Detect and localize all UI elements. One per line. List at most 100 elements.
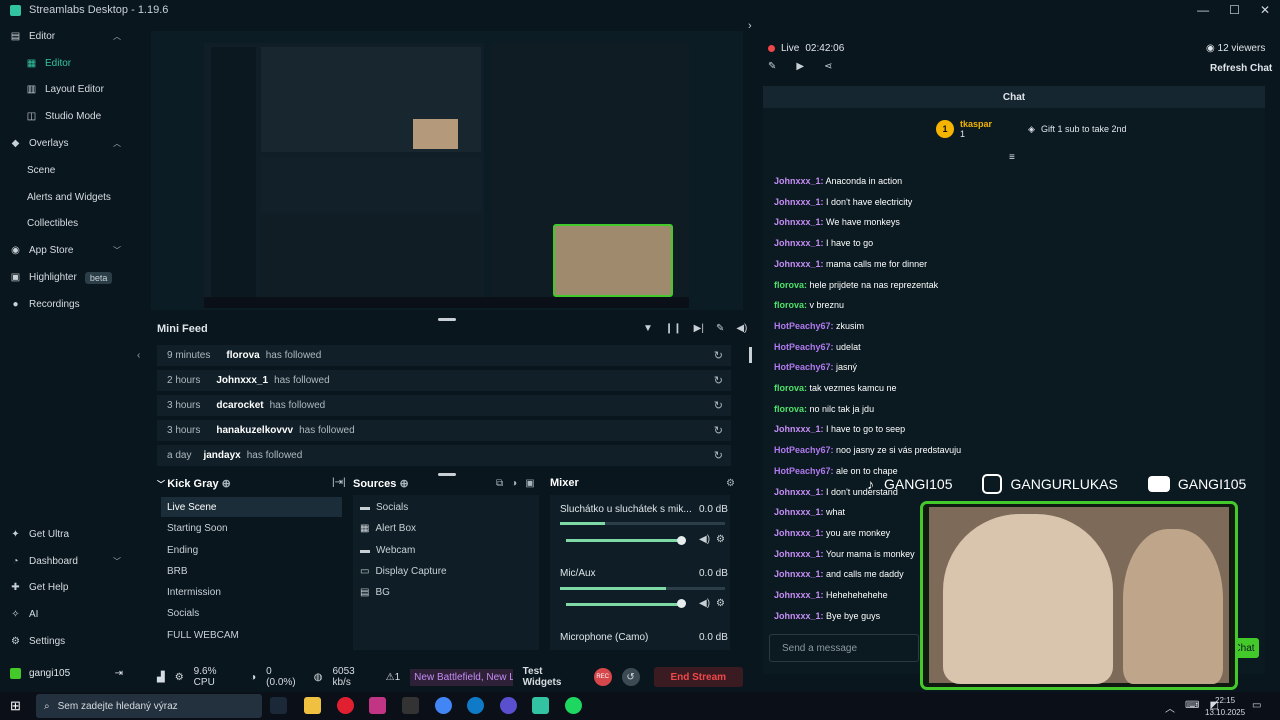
scene-item[interactable]: Socials [161,603,342,623]
scene-item[interactable]: Intermission [161,582,342,602]
chat-username[interactable]: florova: [774,280,807,290]
erc-app-icon[interactable] [402,697,419,714]
chat-username[interactable]: Johnxxx_1: [774,176,824,186]
replay-icon[interactable]: ↻ [714,399,723,412]
chat-username[interactable]: Johnxxx_1: [774,238,824,248]
mute-alerts-icon[interactable]: ✎ [716,323,724,334]
edit-source-icon[interactable]: ⧉ [496,478,503,489]
opera-icon[interactable] [337,697,354,714]
chat-message-input[interactable]: Send a message [769,634,919,662]
chat-username[interactable]: florova: [774,404,807,414]
sidebar-item-alerts-widgets[interactable]: Alerts and Widgets [0,184,133,211]
edit-icon[interactable]: ✎ [768,61,776,72]
source-item[interactable]: ▦ Alert Box [360,518,416,538]
chrome-icon[interactable] [435,697,452,714]
replay-icon[interactable]: ↻ [714,374,723,387]
chat-username[interactable]: HotPeachy67: [774,466,834,476]
scene-item[interactable]: Starting Soon [161,518,342,538]
replay-buffer-icon[interactable]: ↺ [621,668,640,686]
chat-username[interactable]: HotPeachy67: [774,362,834,372]
sidebar-item-settings[interactable]: ⚙ Settings [0,628,133,655]
chat-username[interactable]: Johnxxx_1: [774,528,824,538]
mixer-settings-icon[interactable]: ⚙ [726,478,735,489]
sidebar-item-overlays[interactable]: ◆ Overlays ︿ [0,130,133,157]
volume-slider[interactable] [566,603,681,606]
replay-icon[interactable]: ↻ [714,349,723,362]
chat-username[interactable]: Johnxxx_1: [774,611,824,621]
file-explorer-icon[interactable] [304,697,321,714]
instagram-app-icon[interactable] [369,697,386,714]
record-button[interactable]: REC [593,668,612,686]
close-icon[interactable]: ✕ [1260,3,1270,17]
resize-handle[interactable] [438,318,456,321]
streamlabs-taskbar-icon[interactable] [532,697,549,714]
share-icon[interactable]: ⋖ [824,61,832,72]
tray-arrow-icon[interactable]: ︿ [1165,700,1175,715]
refresh-chat-button[interactable]: Refresh Chat [1210,63,1272,74]
test-widgets-button[interactable]: Test Widgets [523,666,584,688]
source-item[interactable]: ▬ Webcam [360,540,415,560]
sidebar-item-recordings[interactable]: ● Recordings [0,291,133,318]
panel-splitter[interactable] [749,347,752,363]
stream-preview[interactable] [151,31,743,310]
maximize-icon[interactable]: ☐ [1229,3,1240,17]
gear-icon[interactable]: ⚙ [716,598,725,609]
folder-icon[interactable]: ▣ [525,478,534,489]
windows-start-icon[interactable]: ⊞ [10,698,21,714]
sidebar-item-dashboard[interactable]: ◔ Dashboard ﹀ [0,548,133,575]
chat-username[interactable]: Johnxxx_1: [774,590,824,600]
volume-icon[interactable]: ◀) [736,323,747,334]
keyboard-icon[interactable]: ⌨ [1185,700,1199,715]
chat-username[interactable]: HotPeachy67: [774,342,834,352]
sidebar-item-scene[interactable]: Scene [0,157,133,184]
sidebar-item-highlighter[interactable]: ▣ Highlighter beta [0,264,133,291]
stats-icon[interactable]: ▟ [157,672,165,683]
mute-icon[interactable]: ◀) [699,534,710,545]
replay-icon[interactable]: ↻ [714,449,723,462]
chat-username[interactable]: Johnxxx_1: [774,217,824,227]
add-scene-icon[interactable]: ⊕ [222,478,231,490]
scene-item[interactable]: BRB [161,561,342,581]
mute-icon[interactable]: ◀) [699,598,710,609]
minimize-icon[interactable]: — [1197,3,1209,17]
resize-handle[interactable] [438,473,456,476]
replay-icon[interactable]: ↻ [714,424,723,437]
taskbar-clock[interactable]: 22:15 13.10.2025 [1205,695,1245,719]
end-stream-button[interactable]: End Stream [653,667,744,687]
chat-username[interactable]: Johnxxx_1: [774,259,824,269]
collapse-left-icon[interactable]: ‹ [137,350,140,361]
source-item[interactable]: ▤ BG [360,582,390,602]
scene-item[interactable]: Live Scene [161,497,342,517]
taskbar-search[interactable]: ⌕ Sem zadejte hledaný výraz [36,694,262,718]
skip-icon[interactable]: ▶| [694,323,704,334]
sidebar-item-studio-mode[interactable]: ◫ Studio Mode [0,103,133,130]
sidebar-item-app-store[interactable]: ◉ App Store ﹀ [0,237,133,264]
edge-icon[interactable] [467,697,484,714]
sidebar-item-layout-editor[interactable]: ▥ Layout Editor [0,77,133,104]
sidebar-item-ai[interactable]: ✧ AI [0,601,133,628]
spotify-icon[interactable] [565,697,582,714]
user-profile[interactable]: gangi105 ⇥ [0,662,133,684]
notification-center-icon[interactable]: ▭ [1252,700,1261,711]
scene-item[interactable]: Ending [161,540,342,560]
chat-username[interactable]: Johnxxx_1: [774,424,824,434]
steam-icon[interactable] [270,697,287,714]
chat-username[interactable]: florova: [774,300,807,310]
notifications-icon[interactable]: ⚠1 [386,672,401,683]
scenes-header[interactable]: ﹀ Kick Gray ⊕ [157,477,231,490]
chat-username[interactable]: florova: [774,383,807,393]
scene-item[interactable]: FULL WEBCAM [161,625,342,645]
pause-icon[interactable]: ❙❙ [665,323,682,334]
add-source-icon[interactable]: ⊕ [399,478,408,490]
app-icon[interactable] [500,697,517,714]
collapse-leaderboard-icon[interactable]: ≡ [1009,152,1015,163]
chat-username[interactable]: Johnxxx_1: [774,487,824,497]
chat-username[interactable]: Johnxxx_1: [774,569,824,579]
volume-slider[interactable] [566,539,681,542]
logout-icon[interactable]: ⇥ [115,668,123,679]
chat-username[interactable]: Johnxxx_1: [774,549,824,559]
collapse-right-icon[interactable]: › [748,20,752,32]
chat-username[interactable]: Johnxxx_1: [774,197,824,207]
group-icon[interactable]: ◑ [511,478,517,489]
sidebar-item-get-ultra[interactable]: ✦ Get Ultra [0,521,133,548]
